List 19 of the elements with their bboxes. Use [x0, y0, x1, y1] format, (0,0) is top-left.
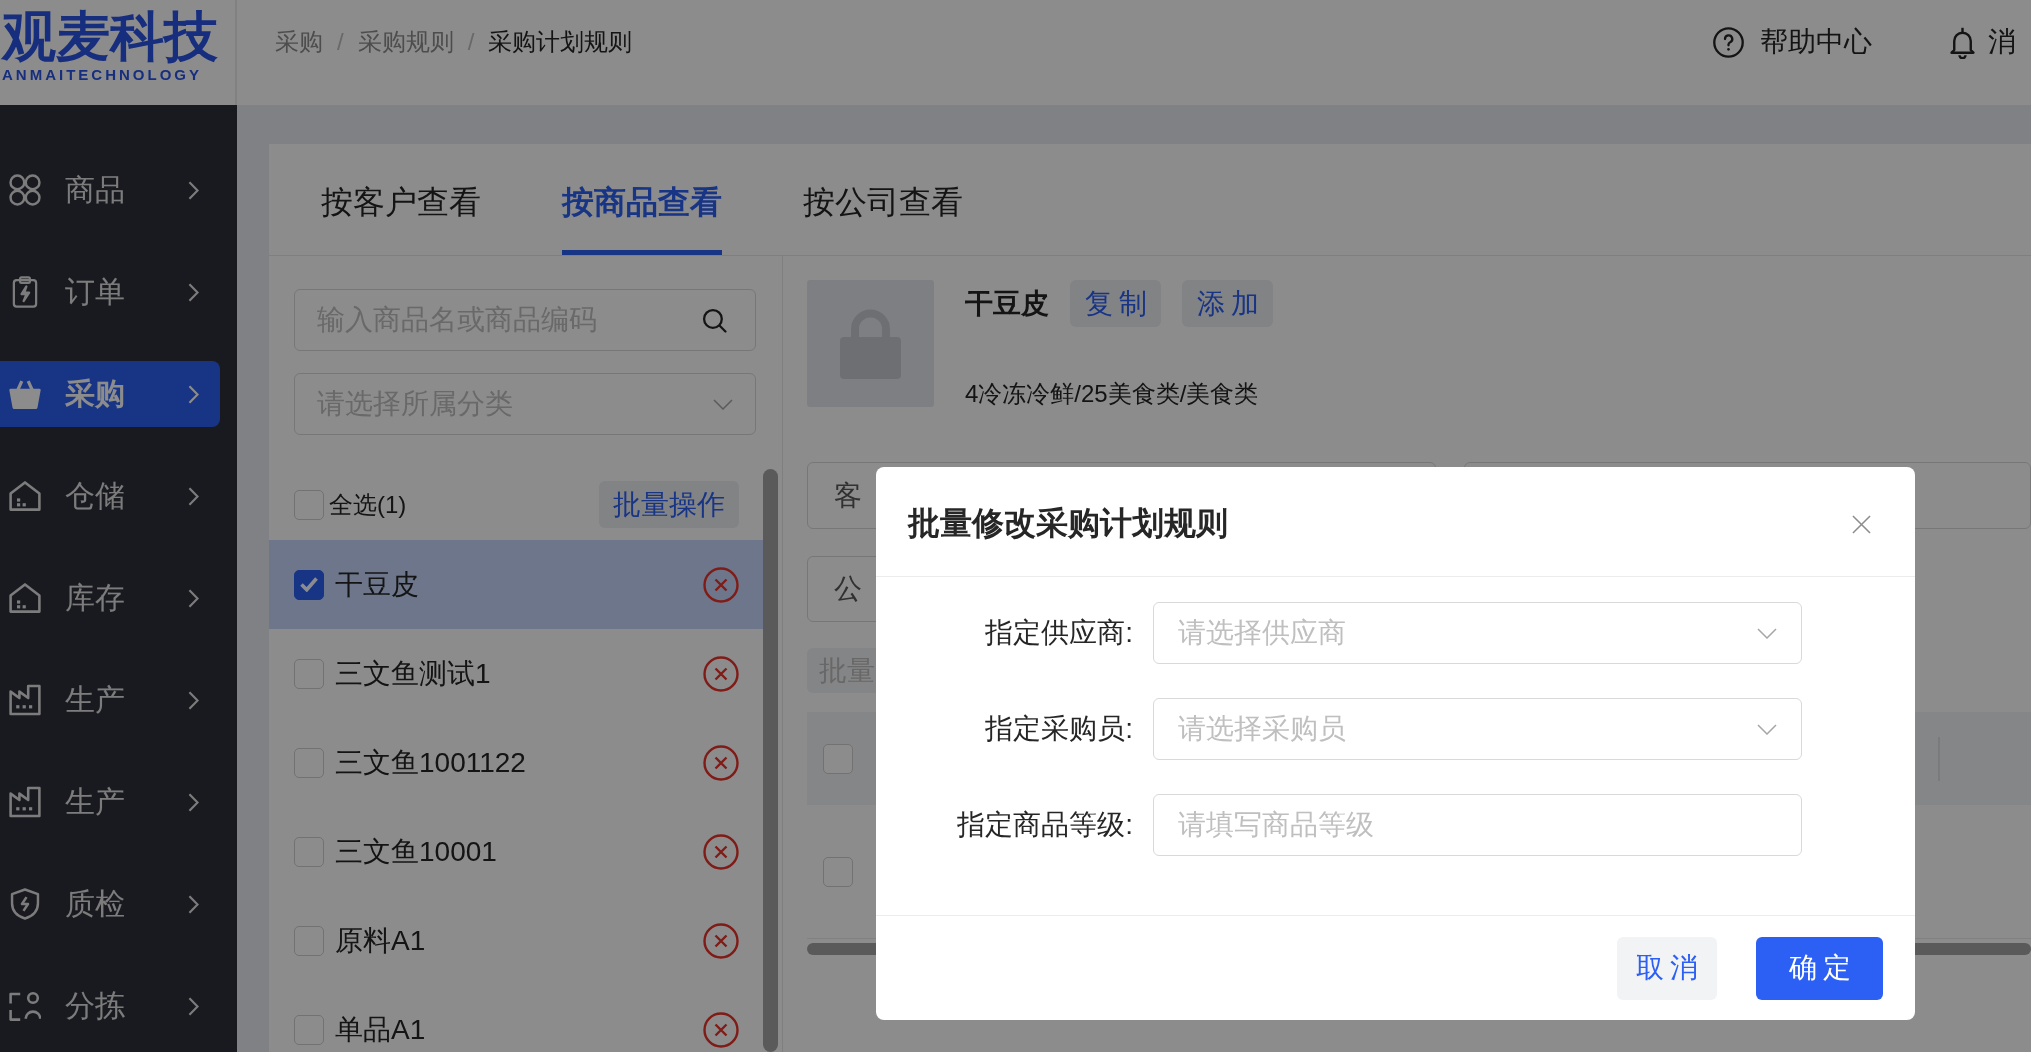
breadcrumb-separator: / — [337, 28, 344, 56]
product-name: 原料A1 — [335, 923, 426, 958]
product-name: 三文鱼10001 — [335, 834, 497, 869]
field-label: 公 — [834, 572, 862, 606]
breadcrumb-separator: / — [467, 28, 475, 56]
form-label: 指定采购员: — [984, 712, 1134, 746]
product-name: 单品A1 — [335, 1012, 426, 1047]
product-name: 三文鱼1001122 — [335, 745, 526, 780]
dialog-title: 批量修改采购计划规则 — [908, 504, 1229, 543]
product-name: 干豆皮 — [335, 567, 419, 602]
logo-wordmark: 观麦科技 — [2, 6, 218, 66]
logo-tagline: ANMAITECHNOLOGY — [2, 66, 202, 84]
field-label: 客 — [834, 478, 862, 513]
breadcrumb-current: 采购计划规则 — [488, 27, 633, 57]
product-title: 干豆皮 — [965, 286, 1049, 321]
form-label: 指定商品等级: — [956, 808, 1134, 842]
product-name: 三文鱼测试1 — [335, 656, 491, 691]
form-label: 指定供应商: — [984, 616, 1134, 650]
category-path: 4冷冻冷鲜/25美食类/美食类 — [965, 382, 1259, 406]
